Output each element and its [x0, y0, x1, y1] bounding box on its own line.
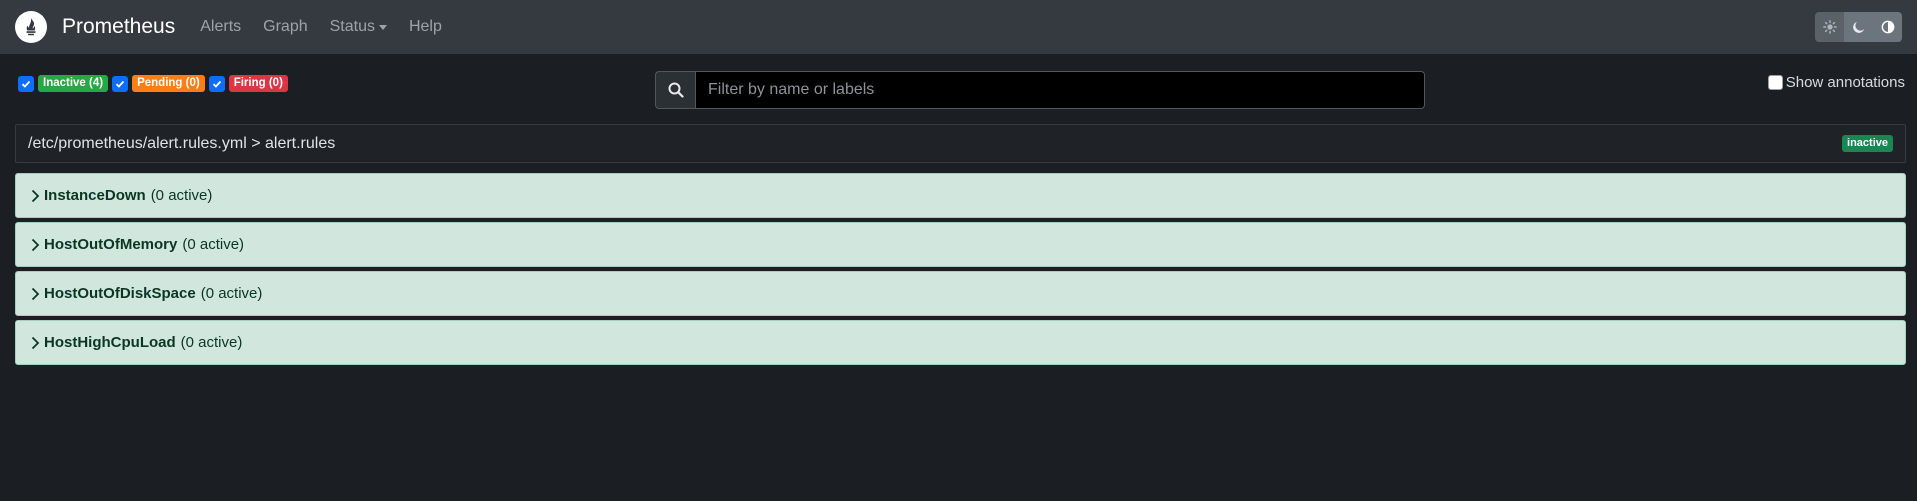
search-button[interactable] — [655, 71, 695, 109]
rule-active-count: (0 active) — [150, 187, 213, 204]
prometheus-logo-icon[interactable] — [15, 11, 47, 43]
firing-checkbox[interactable] — [208, 75, 225, 92]
rule-active-count: (0 active) — [182, 236, 245, 253]
chevron-right-icon — [31, 336, 40, 350]
checkmark-icon — [212, 80, 221, 88]
show-annotations-label: Show annotations — [1785, 74, 1905, 91]
nav-help[interactable]: Help — [409, 18, 442, 36]
chevron-right-icon — [31, 287, 40, 301]
group-state-badge: inactive — [1842, 135, 1893, 152]
theme-toggle-group — [1815, 12, 1902, 42]
rule-item-instancedown[interactable]: InstanceDown (0 active) — [15, 173, 1906, 218]
rule-name: InstanceDown — [44, 187, 146, 204]
rule-name: HostOutOfMemory — [44, 236, 178, 253]
light-theme-button[interactable] — [1815, 12, 1844, 42]
show-annotations-checkbox[interactable] — [1767, 75, 1783, 90]
dark-theme-button[interactable] — [1844, 12, 1873, 42]
show-annotations-toggle[interactable]: Show annotations — [1767, 74, 1905, 91]
auto-theme-button[interactable] — [1873, 12, 1902, 42]
rule-name: HostOutOfDiskSpace — [44, 285, 196, 302]
pending-checkbox[interactable] — [112, 75, 129, 92]
rule-name: HostHighCpuLoad — [44, 334, 176, 351]
checkmark-icon — [21, 80, 31, 88]
checkmark-icon — [115, 80, 125, 88]
chevron-right-icon — [31, 189, 40, 203]
rule-item-hostoutofmemory[interactable]: HostOutOfMemory (0 active) — [15, 222, 1906, 267]
chevron-right-icon — [31, 238, 40, 252]
search-input[interactable] — [695, 71, 1425, 109]
nav-alerts[interactable]: Alerts — [200, 18, 241, 36]
filter-row: Inactive (4) Pending (0) Firing (0) Show… — [0, 54, 1917, 124]
sun-icon — [1822, 20, 1837, 34]
inactive-checkbox[interactable] — [18, 75, 34, 92]
nav-graph[interactable]: Graph — [263, 18, 307, 36]
pending-badge[interactable]: Pending (0) — [132, 75, 205, 92]
moon-icon — [1853, 21, 1865, 33]
firing-badge[interactable]: Firing (0) — [228, 75, 288, 92]
state-filters: Inactive (4) Pending (0) Firing (0) — [18, 75, 292, 92]
search-group — [655, 71, 1425, 109]
inactive-badge[interactable]: Inactive (4) — [38, 75, 109, 92]
rule-list: InstanceDown (0 active) HostOutOfMemory … — [0, 173, 1917, 365]
rule-item-hosthighcpuload[interactable]: HostHighCpuLoad (0 active) — [15, 320, 1906, 365]
rule-active-count: (0 active) — [180, 334, 243, 351]
rule-group-header: /etc/prometheus/alert.rules.yml > alert.… — [15, 124, 1906, 163]
navbar: Prometheus Alerts Graph Status Help — [0, 0, 1917, 54]
nav-status-label: Status — [329, 18, 375, 35]
brand-title[interactable]: Prometheus — [62, 15, 175, 39]
contrast-icon — [1881, 20, 1894, 34]
nav-status-dropdown[interactable]: Status — [330, 18, 387, 36]
search-icon — [668, 82, 684, 98]
rule-item-hostoutofdiskspace[interactable]: HostOutOfDiskSpace (0 active) — [15, 271, 1906, 316]
rule-group-path: /etc/prometheus/alert.rules.yml > alert.… — [28, 134, 336, 152]
rule-active-count: (0 active) — [200, 285, 263, 302]
caret-down-icon — [378, 24, 387, 30]
